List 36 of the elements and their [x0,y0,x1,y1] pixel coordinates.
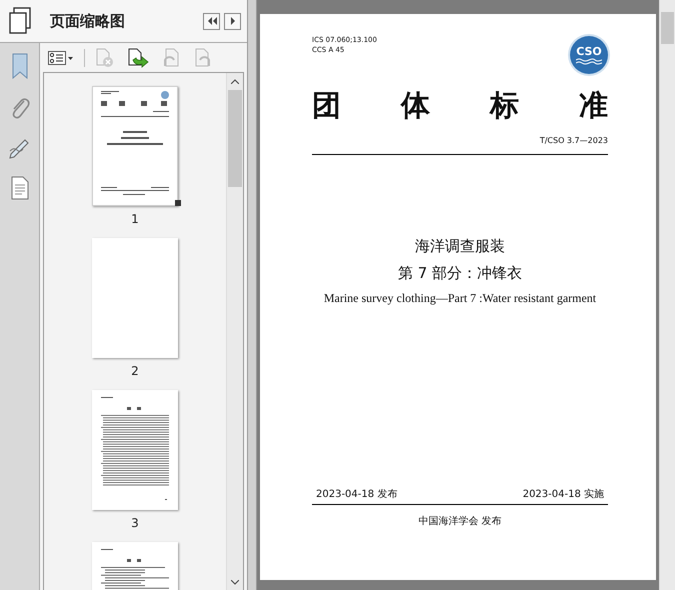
pages-icon[interactable] [8,7,32,35]
page-number: 3 [131,516,139,530]
scrollbar-thumb[interactable] [228,90,242,187]
collapse-button[interactable] [203,12,220,30]
publisher: 中国海洋学会 发布 [418,514,502,528]
document-icon[interactable] [10,176,30,200]
bookmark-icon[interactable] [10,53,30,79]
list-options-icon [48,50,74,64]
page-delete-icon [95,48,115,68]
document-title: 第 7 部分：冲锋衣 [398,264,522,283]
double-left-arrow-icon [206,17,216,25]
heading-character: 准 [579,87,608,124]
page-number: 1 [131,212,139,226]
splitter-handle[interactable] [248,0,257,590]
wave-icon [576,58,602,66]
document-title: Marine survey clothing—Part 7 :Water resistant garment [324,291,596,306]
heading-character: 标 [490,87,519,124]
right-arrow-icon [230,17,236,25]
signature-pen-icon[interactable] [8,137,32,159]
page-thumbnail[interactable] [92,238,178,358]
panel-title: 页面缩略图 [50,12,126,30]
page-arrow-icon [127,48,149,68]
issue-date: 2023-04-18 发布 [316,488,398,501]
resize-handle[interactable] [175,200,181,206]
options-menu-button[interactable] [46,50,76,64]
page-rotate-icon [193,48,213,68]
heading-character: 团 [312,87,341,124]
effective-date: 2023-04-18 实施 [522,488,604,501]
expand-button[interactable] [224,12,241,30]
scrollbar-thumb[interactable] [661,12,674,44]
page-number: 2 [131,364,139,378]
document-title: 海洋调查服装 [415,237,505,256]
heading-character: 体 [401,87,430,124]
page-rotate-icon [161,48,181,68]
standard-code: T/CSO 3.7—2023 [540,136,608,145]
logo-text: CSO [576,44,602,58]
